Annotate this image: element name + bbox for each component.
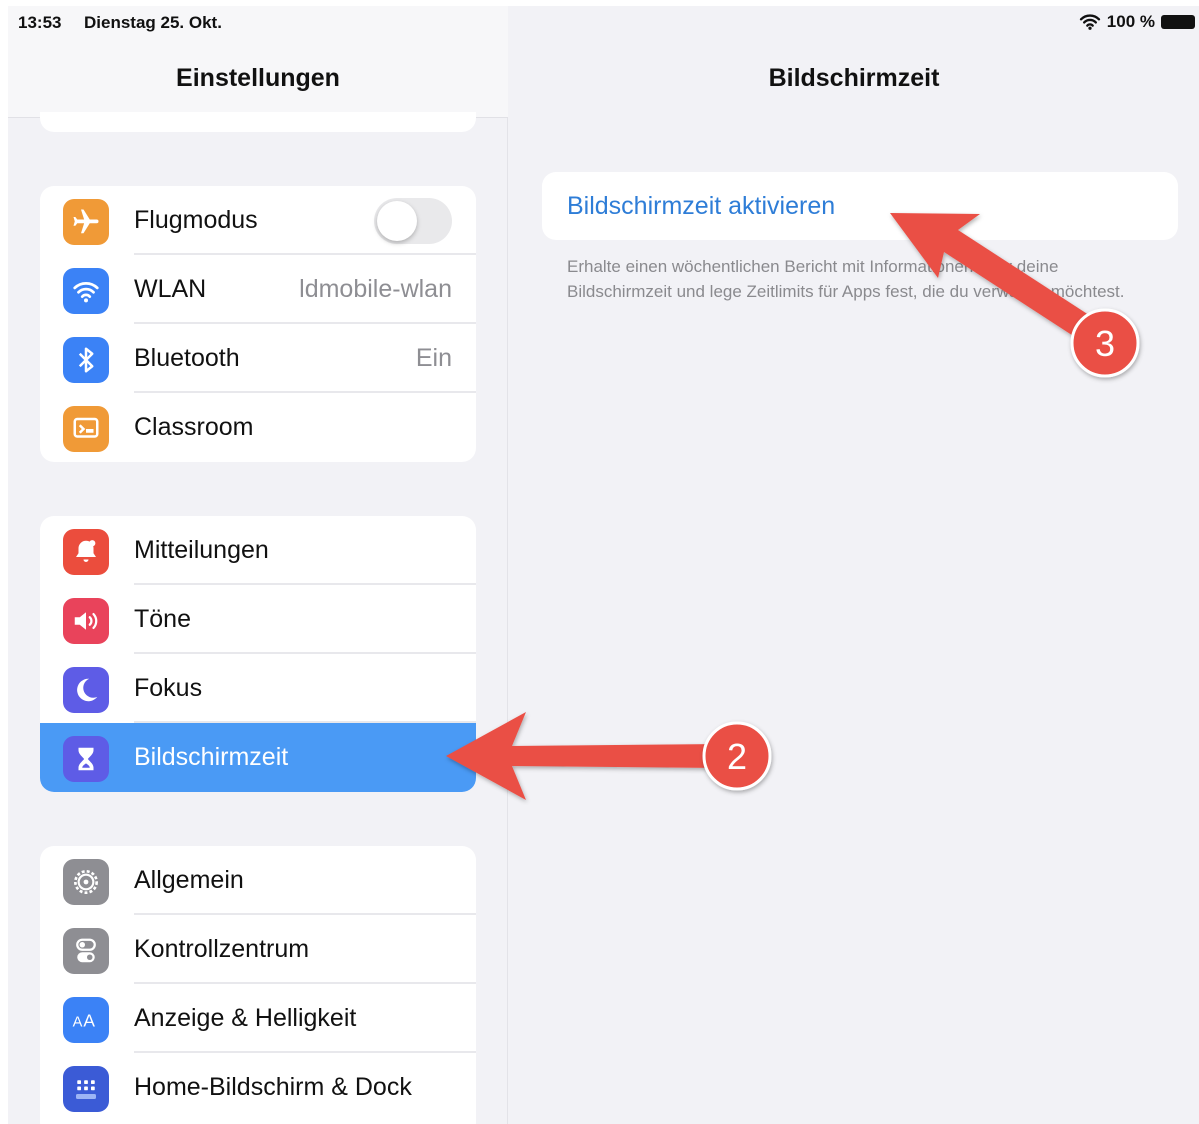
sidebar-item-label: WLAN <box>134 275 207 303</box>
sidebar-item-label: Home-Bildschirm & Dock <box>134 1073 412 1101</box>
page-title: Bildschirmzeit <box>768 64 940 92</box>
sidebar-item-toene[interactable]: Töne <box>40 585 476 654</box>
sidebar-item-mitteilungen[interactable]: Mitteilungen <box>40 516 476 585</box>
svg-text:A: A <box>83 1011 95 1031</box>
connectivity-group: Flugmodus WLAN ldmobile-wlan Bluetooth E… <box>40 186 476 462</box>
sidebar-item-label: Bluetooth <box>134 344 240 372</box>
activate-screen-time-button[interactable]: Bildschirmzeit aktivieren <box>567 192 835 221</box>
screen-time-description: Erhalte einen wöchentlichen Bericht mit … <box>567 257 1125 301</box>
sidebar-item-allgemein[interactable]: Allgemein <box>40 846 476 915</box>
bluetooth-icon <box>63 337 109 383</box>
sidebar-item-bluetooth[interactable]: Bluetooth Ein <box>40 324 476 393</box>
notification-bell-icon <box>63 529 109 575</box>
settings-sidebar: Einstellungen Flugmodus WLAN ldmobile-wl… <box>8 6 508 1124</box>
status-date: Dienstag 25. Okt. <box>84 13 222 32</box>
svg-text:A: A <box>73 1015 83 1031</box>
general-group: Allgemein Kontrollzentrum AA Anzeige & H… <box>40 846 476 1124</box>
sidebar-item-kontrollzentrum[interactable]: Kontrollzentrum <box>40 915 476 984</box>
toggle-knob <box>377 201 417 241</box>
sidebar-item-wlan[interactable]: WLAN ldmobile-wlan <box>40 255 476 324</box>
sidebar-item-label: Fokus <box>134 674 203 702</box>
wlan-network-value: ldmobile-wlan <box>299 275 452 303</box>
flugmodus-toggle[interactable] <box>374 198 452 244</box>
wifi-status-icon <box>1079 14 1100 30</box>
sidebar-title: Einstellungen <box>176 64 340 92</box>
sidebar-item-fokus[interactable]: Fokus <box>40 654 476 723</box>
text-size-icon: AA <box>63 997 109 1043</box>
sidebar-item-label: Classroom <box>134 413 254 441</box>
airplane-icon <box>63 199 109 245</box>
sidebar-item-label: Bildschirmzeit <box>134 743 289 771</box>
sidebar-item-classroom[interactable]: Classroom <box>40 393 476 462</box>
sidebar-item-label: Töne <box>134 605 191 633</box>
status-right: 100 % <box>1079 12 1195 32</box>
sidebar-item-home-bildschirm-dock[interactable]: Home-Bildschirm & Dock <box>40 1053 476 1122</box>
sidebar-item-label: Kontrollzentrum <box>134 935 310 963</box>
sidebar-item-flugmodus[interactable]: Flugmodus <box>40 186 476 255</box>
sidebar-item-anzeige-helligkeit[interactable]: AA Anzeige & Helligkeit <box>40 984 476 1053</box>
sidebar-item-label: Anzeige & Helligkeit <box>134 1004 357 1032</box>
toggles-icon <box>63 928 109 974</box>
status-time: 13:53 <box>18 13 62 32</box>
activate-card: Bildschirmzeit aktivieren <box>542 172 1178 240</box>
bluetooth-status-value: Ein <box>415 344 452 372</box>
classroom-icon <box>63 406 109 452</box>
notifications-group: Mitteilungen Töne Fokus Bildschirmzeit <box>40 516 476 792</box>
hourglass-icon <box>63 736 109 782</box>
home-screen-icon <box>63 1066 109 1112</box>
battery-icon <box>1161 15 1195 29</box>
speaker-icon <box>63 598 109 644</box>
ipad-screen: Einstellungen Flugmodus WLAN ldmobile-wl… <box>8 6 1199 1124</box>
battery-percentage: 100 % <box>1106 12 1155 31</box>
gear-icon <box>63 859 109 905</box>
sidebar-item-label: Allgemein <box>134 866 244 894</box>
wifi-icon <box>63 268 109 314</box>
sidebar-item-label: Flugmodus <box>134 206 258 234</box>
detail-pane: Bildschirmzeit Bildschirmzeit aktivieren… <box>509 6 1199 1124</box>
sidebar-item-label: Mitteilungen <box>134 536 269 564</box>
sidebar-item-bildschirmzeit[interactable]: Bildschirmzeit <box>40 723 476 792</box>
moon-icon <box>63 667 109 713</box>
previous-group-edge <box>40 112 476 132</box>
status-bar: 13:53 Dienstag 25. Okt. 100 % <box>8 6 1199 40</box>
